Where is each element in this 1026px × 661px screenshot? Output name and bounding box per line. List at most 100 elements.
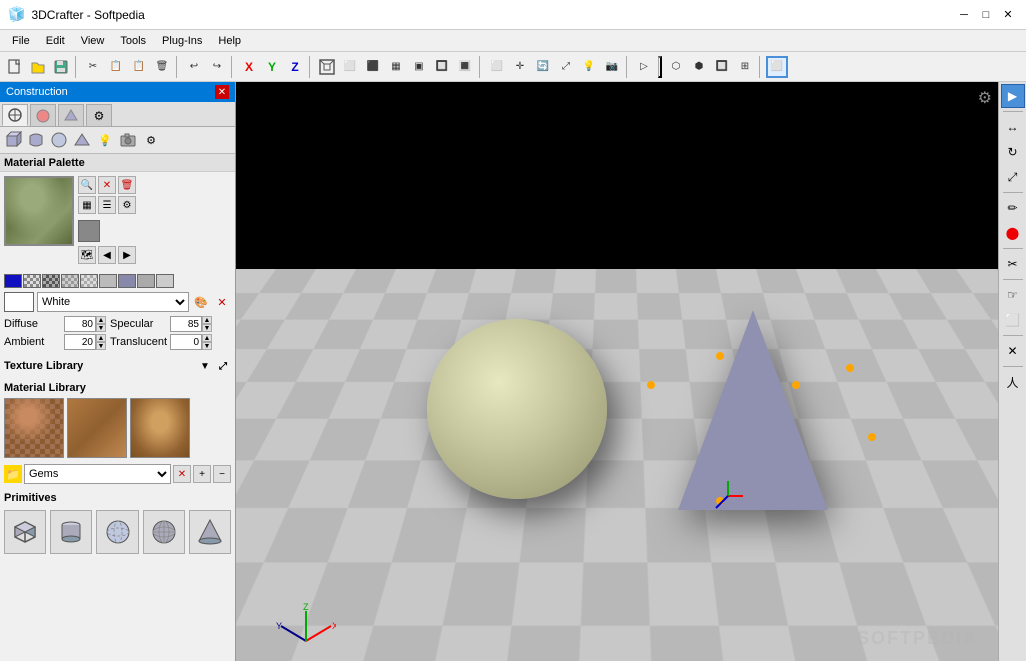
minimize-button[interactable]: ─ bbox=[954, 5, 974, 25]
toolbar-view7[interactable]: 🔳 bbox=[454, 56, 476, 78]
ambient-input[interactable] bbox=[64, 334, 96, 350]
mat-delete-btn[interactable]: 🗑 bbox=[118, 176, 136, 194]
icon-camera[interactable] bbox=[117, 129, 139, 151]
mat-thumb-2[interactable] bbox=[67, 398, 127, 458]
rt-rotate[interactable]: ↻ bbox=[1001, 140, 1025, 164]
toolbar-rotate[interactable]: 🔄 bbox=[532, 56, 554, 78]
toolbar-wire[interactable]: ⬡ bbox=[665, 56, 687, 78]
mat-settings-btn[interactable]: ⚙ bbox=[118, 196, 136, 214]
toolbar-view2[interactable]: ⬜ bbox=[339, 56, 361, 78]
menu-help[interactable]: Help bbox=[210, 33, 249, 49]
color-last[interactable] bbox=[156, 274, 174, 288]
texture-lib-expand-icon[interactable]: ⤢ bbox=[215, 358, 231, 374]
menu-file[interactable]: File bbox=[4, 33, 38, 49]
mat-name-dropdown[interactable]: White bbox=[37, 292, 189, 312]
cat-delete-btn[interactable]: ✕ bbox=[173, 465, 191, 483]
ambient-up[interactable]: ▲ bbox=[96, 334, 106, 342]
toolbar-tex[interactable]: 🔲 bbox=[711, 56, 733, 78]
mat-white-box[interactable] bbox=[4, 292, 34, 312]
scene-sphere[interactable] bbox=[427, 319, 607, 499]
rt-person[interactable]: 人 bbox=[1001, 370, 1025, 394]
mat-filter-btn[interactable]: 🔍 bbox=[78, 176, 96, 194]
icon-shape3[interactable] bbox=[71, 129, 93, 151]
icon-shape1[interactable] bbox=[25, 129, 47, 151]
diffuse-input[interactable] bbox=[64, 316, 96, 332]
diffuse-down[interactable]: ▼ bbox=[96, 324, 106, 332]
mat-color-swatch[interactable] bbox=[78, 220, 100, 242]
toolbar-scale[interactable]: ⤢ bbox=[555, 56, 577, 78]
prim-sphere-button[interactable] bbox=[96, 510, 138, 554]
cat-add-btn[interactable]: + bbox=[193, 465, 211, 483]
toolbar-solid[interactable]: ⬢ bbox=[688, 56, 710, 78]
toolbar-x-axis[interactable]: X bbox=[238, 56, 260, 78]
translucent-down[interactable]: ▼ bbox=[202, 342, 212, 350]
mat-right-btn[interactable]: ▶ bbox=[118, 246, 136, 264]
toolbar-undo[interactable]: ↩ bbox=[183, 56, 205, 78]
toolbar-view5[interactable]: ▣ bbox=[408, 56, 430, 78]
category-folder-icon[interactable]: 📁 bbox=[4, 465, 22, 483]
viewport-settings-icon[interactable]: ⚙ bbox=[978, 88, 992, 108]
menu-plugins[interactable]: Plug-Ins bbox=[154, 33, 210, 49]
rt-cut[interactable]: ✂ bbox=[1001, 252, 1025, 276]
mat-left-btn[interactable]: ◀ bbox=[98, 246, 116, 264]
color-pattern2[interactable] bbox=[42, 274, 60, 288]
toolbar-view6[interactable]: 🔲 bbox=[431, 56, 453, 78]
color-pattern1[interactable] bbox=[23, 274, 41, 288]
rt-draw[interactable]: ✏ bbox=[1001, 196, 1025, 220]
translucent-input[interactable] bbox=[170, 334, 202, 350]
specular-down[interactable]: ▼ bbox=[202, 324, 212, 332]
specular-up[interactable]: ▲ bbox=[202, 316, 212, 324]
construction-close-button[interactable]: ✕ bbox=[215, 85, 229, 99]
tab-scene[interactable] bbox=[2, 104, 28, 126]
color-lgray[interactable] bbox=[99, 274, 117, 288]
icon-cube[interactable] bbox=[2, 129, 24, 151]
toolbar-y-axis[interactable]: Y bbox=[261, 56, 283, 78]
mat-grid-btn[interactable]: ▦ bbox=[78, 196, 96, 214]
translucent-up[interactable]: ▲ bbox=[202, 334, 212, 342]
color-blue[interactable] bbox=[4, 274, 22, 288]
prim-geosphere-button[interactable] bbox=[143, 510, 185, 554]
menu-tools[interactable]: Tools bbox=[112, 33, 154, 49]
toolbar-redo[interactable]: ↪ bbox=[206, 56, 228, 78]
ambient-down[interactable]: ▼ bbox=[96, 342, 106, 350]
texture-lib-down-icon[interactable]: ▼ bbox=[197, 358, 213, 374]
mat-list-btn[interactable]: ☰ bbox=[98, 196, 116, 214]
mat-tex-btn[interactable]: 🗺 bbox=[78, 246, 96, 264]
cat-minus-btn[interactable]: − bbox=[213, 465, 231, 483]
toolbar-view4[interactable]: ▦ bbox=[385, 56, 407, 78]
toolbar-paste[interactable]: 📋 bbox=[128, 56, 150, 78]
color-purple[interactable] bbox=[137, 274, 155, 288]
toolbar-z-axis[interactable]: Z bbox=[284, 56, 306, 78]
diffuse-up[interactable]: ▲ bbox=[96, 316, 106, 324]
color-pattern3[interactable] bbox=[61, 274, 79, 288]
rt-select[interactable]: ▶ bbox=[1001, 84, 1025, 108]
specular-input[interactable] bbox=[170, 316, 202, 332]
prim-cylinder-button[interactable] bbox=[50, 510, 92, 554]
mat-preview[interactable] bbox=[4, 176, 74, 246]
category-dropdown[interactable]: Gems bbox=[24, 464, 171, 484]
close-button[interactable]: ✕ bbox=[998, 5, 1018, 25]
mat-thumb-1[interactable] bbox=[4, 398, 64, 458]
toolbar-active-mode[interactable]: ⬜ bbox=[766, 56, 788, 78]
rt-move[interactable]: ↔ bbox=[1001, 115, 1025, 139]
tab-object[interactable] bbox=[58, 104, 84, 126]
mat-clear-btn[interactable]: ✕ bbox=[98, 176, 116, 194]
rt-select2[interactable]: ☞ bbox=[1001, 283, 1025, 307]
toolbar-cut[interactable]: ✂ bbox=[82, 56, 104, 78]
menu-view[interactable]: View bbox=[73, 33, 113, 49]
icon-gear[interactable]: ⚙ bbox=[140, 129, 162, 151]
maximize-button[interactable]: □ bbox=[976, 5, 996, 25]
tab-settings[interactable]: ⚙ bbox=[86, 104, 112, 126]
color-blue2[interactable] bbox=[118, 274, 136, 288]
scene-cone-wrapper[interactable] bbox=[678, 310, 828, 510]
prim-cone-button[interactable] bbox=[189, 510, 231, 554]
color-pattern4[interactable] bbox=[80, 274, 98, 288]
toolbar-light[interactable]: 💡 bbox=[578, 56, 600, 78]
mat-del-color-icon[interactable]: ✕ bbox=[213, 293, 231, 311]
toolbar-grid[interactable]: ⊞ bbox=[734, 56, 756, 78]
rt-sym[interactable]: ✕ bbox=[1001, 339, 1025, 363]
rt-paint[interactable]: ⬤ bbox=[1001, 221, 1025, 245]
tab-material[interactable] bbox=[30, 104, 56, 126]
toolbar-save[interactable] bbox=[50, 56, 72, 78]
rt-scale[interactable]: ⤢ bbox=[1001, 165, 1025, 189]
